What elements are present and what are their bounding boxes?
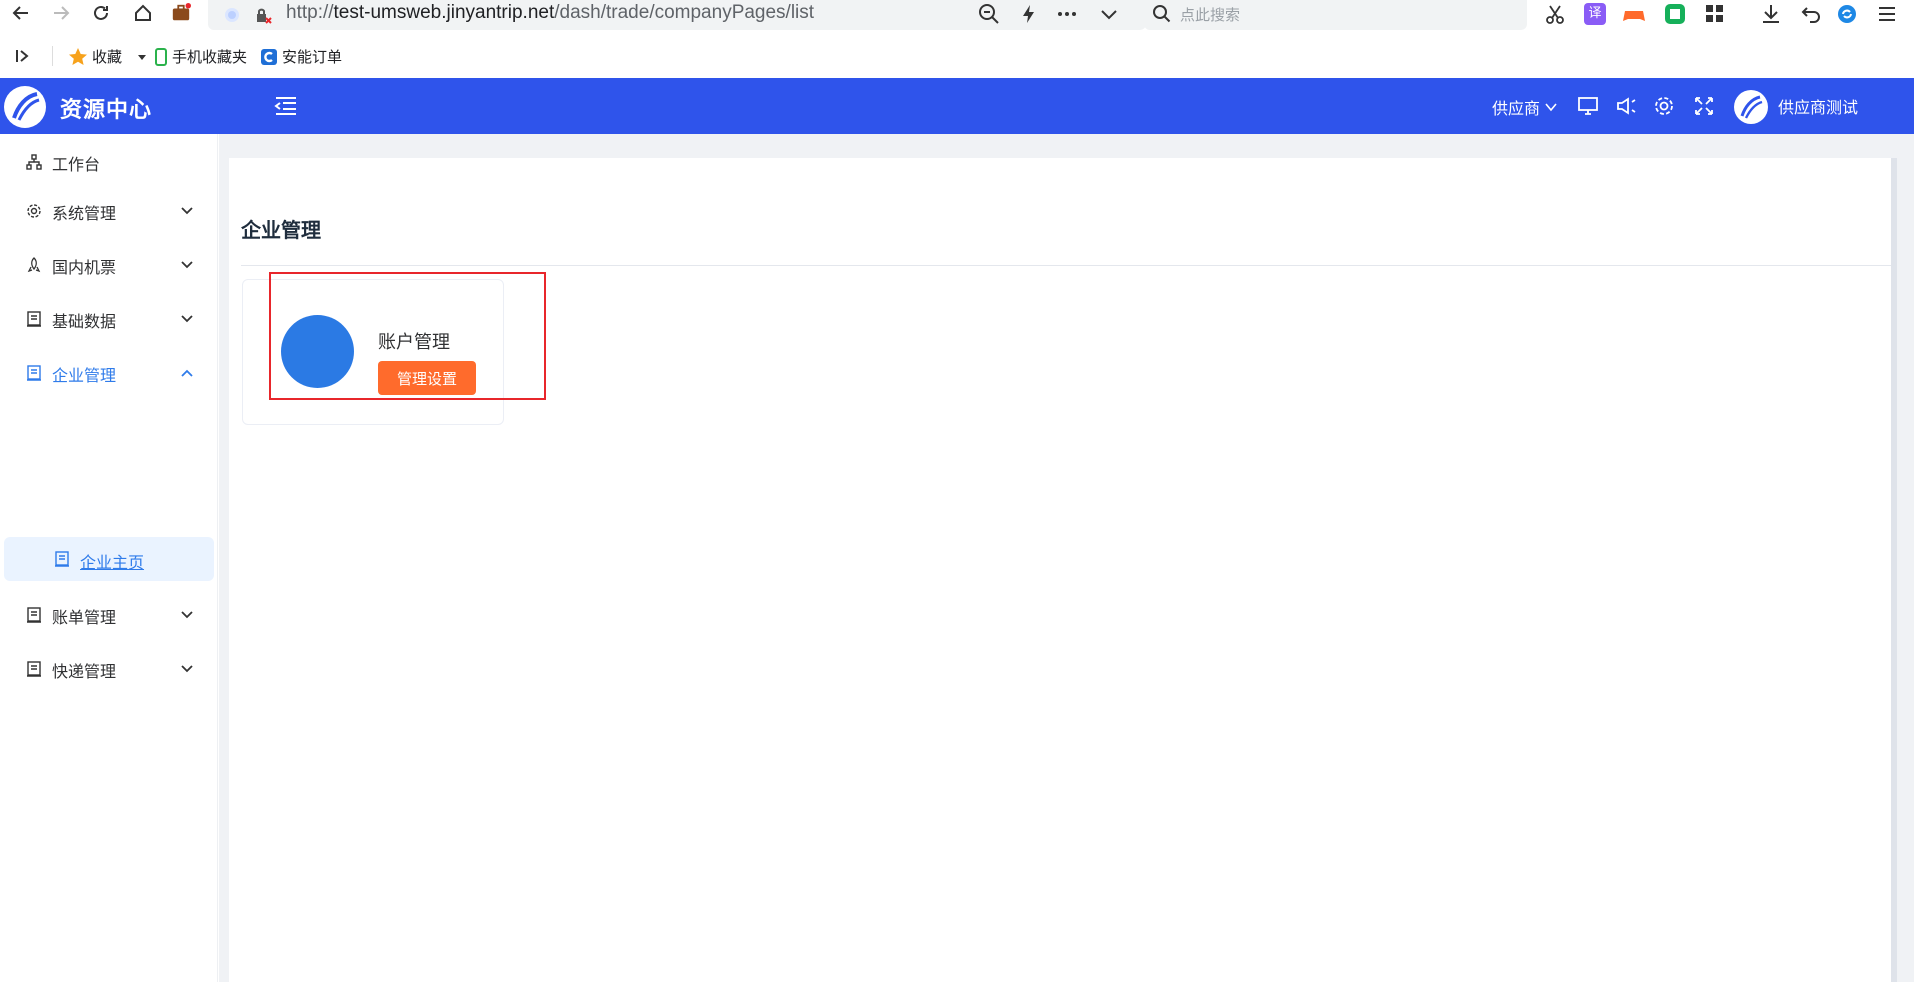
monitor-icon[interactable]	[1576, 94, 1600, 118]
bookmark-favorites[interactable]: 收藏	[68, 46, 148, 67]
reload-icon	[94, 5, 108, 20]
rocket-icon	[27, 257, 41, 273]
title-divider	[241, 265, 1895, 266]
search-placeholder: 点此搜索	[1180, 6, 1241, 24]
gear-icon[interactable]	[1652, 94, 1676, 118]
more-icon[interactable]	[1056, 3, 1078, 25]
sidebar-toggle-icon[interactable]	[14, 47, 32, 65]
sidebar-subitem-enterprise-home[interactable]: 企业主页	[4, 537, 214, 581]
main-area: 企业管理 账户管理 管理设置	[219, 134, 1914, 982]
url-text: http://test-umsweb.jinyantrip.net/dash/t…	[286, 2, 815, 23]
doc-icon	[27, 607, 41, 623]
chevron-up-icon	[181, 369, 193, 377]
bookmark-label: 收藏	[92, 48, 123, 66]
home-button[interactable]	[130, 0, 156, 26]
star-icon	[69, 47, 87, 65]
bookmark-mobile[interactable]: 手机收藏夹	[154, 46, 247, 67]
bookmarks-bar: 收藏 手机收藏夹 安能订单	[0, 44, 1914, 70]
browser-toolbar: http://test-umsweb.jinyantrip.net/dash/t…	[0, 0, 1914, 30]
sidebar-item-billing[interactable]: 账单管理	[0, 590, 218, 640]
sidebar: 工作台 系统管理 国内机票 基础数据 企业管理 企业主页 账单管理 快递管理	[0, 134, 218, 982]
sidebar-item-label: 快递管理	[52, 662, 117, 681]
sidebar-item-label: 系统管理	[52, 204, 117, 223]
bookmark-label: 手机收藏夹	[172, 48, 248, 66]
chevron-down-icon	[181, 207, 193, 215]
search-icon	[1153, 5, 1171, 23]
sitemap-icon	[26, 154, 42, 170]
app-header: 资源中心 供应商 供应商测试	[0, 78, 1914, 134]
chevron-down-icon	[181, 315, 193, 323]
sidebar-item-domestic-flights[interactable]: 国内机票	[0, 240, 218, 290]
address-bar[interactable]: http://test-umsweb.jinyantrip.net/dash/t…	[208, 0, 1146, 30]
avatar[interactable]	[1734, 90, 1768, 124]
chevron-down-icon	[181, 665, 193, 673]
site-icon	[225, 8, 239, 22]
chevron-down-icon	[181, 261, 193, 269]
sidebar-item-label: 工作台	[52, 155, 101, 174]
lightning-icon[interactable]	[1018, 3, 1040, 25]
back-button[interactable]	[8, 0, 34, 26]
bookmark-label: 安能订单	[282, 48, 343, 66]
highlight-box	[269, 272, 546, 400]
browser-search-input[interactable]: 点此搜索	[1144, 0, 1527, 30]
chevron-down-icon	[181, 611, 193, 619]
doc-icon	[55, 551, 69, 567]
sidebar-item-express[interactable]: 快递管理	[0, 644, 218, 694]
reload-button[interactable]	[88, 0, 114, 26]
zoom-out-icon[interactable]	[978, 3, 1000, 25]
anneng-logo-icon	[261, 48, 277, 65]
undo-icon[interactable]	[1800, 3, 1822, 25]
translate-icon[interactable]: 译	[1584, 3, 1606, 25]
forward-arrow-icon	[54, 6, 70, 20]
forward-button[interactable]	[48, 0, 74, 26]
sidebar-item-label: 账单管理	[52, 608, 117, 627]
briefcase-icon	[172, 3, 191, 21]
phone-icon	[155, 47, 167, 66]
download-icon[interactable]	[1760, 3, 1782, 25]
bookmark-anneng[interactable]: 安能订单	[260, 46, 342, 67]
role-select[interactable]: 供应商	[1492, 95, 1558, 119]
logo-icon	[12, 92, 40, 121]
sidebar-item-label: 国内机票	[52, 258, 117, 277]
bookmark-divider	[52, 46, 53, 66]
sidebar-collapse-icon[interactable]	[272, 93, 300, 119]
doc-icon	[27, 311, 41, 327]
sidebar-item-workbench[interactable]: 工作台	[0, 137, 218, 187]
wallet-button[interactable]	[168, 0, 194, 26]
apps-grid-icon[interactable]	[1704, 3, 1726, 25]
sidebar-subitem-label: 企业主页	[80, 553, 145, 572]
doc-icon	[27, 661, 41, 677]
back-arrow-icon	[12, 6, 28, 20]
scrollbar[interactable]	[1891, 158, 1897, 982]
fullscreen-icon[interactable]	[1692, 94, 1716, 118]
wechat-icon[interactable]	[1664, 3, 1686, 25]
avatar-logo-icon	[1740, 95, 1763, 119]
chevron-down-icon	[1545, 103, 1557, 112]
menu-icon[interactable]	[1876, 3, 1898, 25]
chevron-down-icon[interactable]	[1098, 3, 1120, 25]
gamepad-icon[interactable]	[1622, 3, 1646, 25]
caret-down-icon[interactable]	[136, 51, 148, 63]
sidebar-item-basic-data[interactable]: 基础数据	[0, 294, 218, 344]
role-select-label: 供应商	[1492, 99, 1541, 118]
sidebar-item-label: 企业管理	[52, 366, 117, 385]
sidebar-item-system[interactable]: 系统管理	[0, 186, 218, 236]
app-title: 资源中心	[60, 98, 153, 123]
sync-icon[interactable]	[1836, 3, 1858, 25]
doc-icon	[27, 365, 41, 381]
sidebar-item-enterprise[interactable]: 企业管理	[0, 348, 218, 398]
home-icon	[135, 4, 151, 21]
gear-icon	[27, 204, 41, 218]
sidebar-item-label: 基础数据	[52, 312, 117, 331]
speaker-icon[interactable]	[1614, 94, 1638, 118]
scissors-icon[interactable]	[1544, 3, 1566, 25]
insecure-lock-icon	[257, 8, 272, 24]
app-logo	[4, 86, 46, 128]
user-name[interactable]: 供应商测试	[1778, 94, 1858, 118]
page-title: 企业管理	[241, 218, 321, 242]
